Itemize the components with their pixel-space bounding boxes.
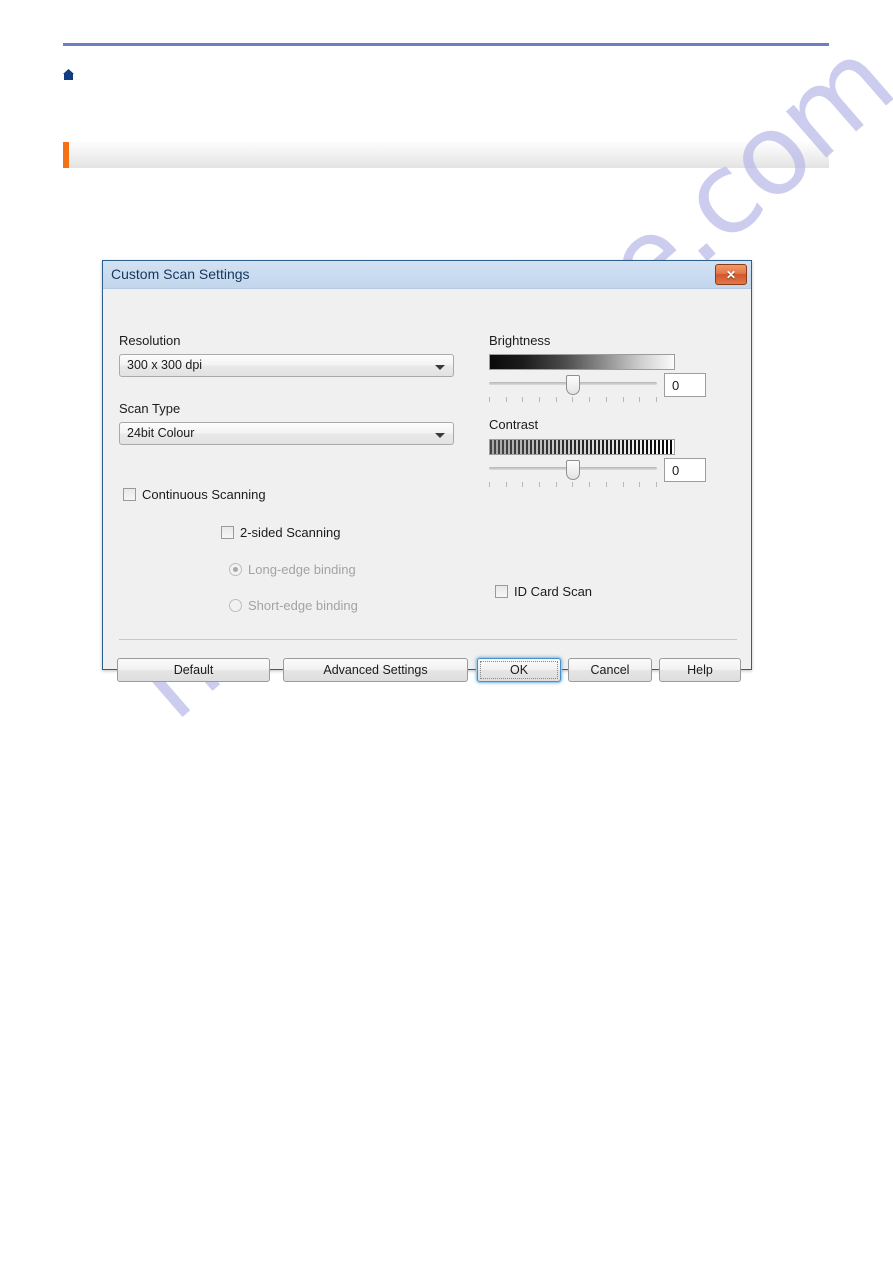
chevron-down-icon <box>435 365 445 370</box>
contrast-value: 0 <box>672 463 680 478</box>
contrast-slider[interactable] <box>489 460 657 488</box>
contrast-label: Contrast <box>489 417 539 432</box>
two-sided-scanning-checkbox[interactable]: 2-sided Scanning <box>221 525 340 540</box>
long-edge-binding-radio[interactable]: Long-edge binding <box>229 562 356 577</box>
scan-type-value: 24bit Colour <box>127 426 195 440</box>
slider-ticks <box>489 482 657 488</box>
section-accent-bar <box>63 142 69 168</box>
id-card-scan-checkbox[interactable]: ID Card Scan <box>495 584 592 599</box>
advanced-settings-button[interactable]: Advanced Settings <box>283 658 468 682</box>
slider-thumb[interactable] <box>566 375 580 395</box>
scan-type-select[interactable]: 24bit Colour <box>119 422 454 445</box>
focus-outline <box>480 661 558 679</box>
continuous-scanning-label: Continuous Scanning <box>142 487 266 502</box>
brightness-slider[interactable] <box>489 375 657 403</box>
contrast-stripe-preview <box>489 439 675 455</box>
close-icon: ✕ <box>725 267 737 282</box>
brightness-gradient-preview <box>489 354 675 370</box>
scan-type-label: Scan Type <box>119 401 181 416</box>
id-card-scan-label: ID Card Scan <box>514 584 593 599</box>
checkbox-box <box>123 488 136 501</box>
help-button[interactable]: Help <box>659 658 741 682</box>
radio-circle <box>229 599 242 612</box>
slider-ticks <box>489 397 657 403</box>
short-edge-binding-radio[interactable]: Short-edge binding <box>229 598 358 613</box>
dialog-title-bar[interactable]: Custom Scan Settings ✕ <box>103 261 751 289</box>
contrast-value-field[interactable]: 0 <box>664 458 706 482</box>
default-button[interactable]: Default <box>117 658 270 682</box>
resolution-value: 300 x 300 dpi <box>127 358 203 372</box>
two-sided-scanning-label: 2-sided Scanning <box>240 525 341 540</box>
custom-scan-settings-dialog: Custom Scan Settings ✕ Resolution 300 x … <box>102 260 752 682</box>
chevron-down-icon <box>435 433 445 438</box>
short-edge-binding-label: Short-edge binding <box>248 598 358 613</box>
section-heading-bar <box>63 142 829 168</box>
slider-thumb[interactable] <box>566 460 580 480</box>
footer-separator <box>119 639 737 640</box>
resolution-select[interactable]: 300 x 300 dpi <box>119 354 454 377</box>
contrast-stripe-light <box>672 440 674 454</box>
home-icon[interactable] <box>62 68 75 81</box>
checkbox-box <box>221 526 234 539</box>
close-button[interactable]: ✕ <box>715 264 747 285</box>
dialog-body: Resolution 300 x 300 dpi Scan Type 24bit… <box>103 289 751 682</box>
radio-circle <box>229 563 242 576</box>
brightness-value-field[interactable]: 0 <box>664 373 706 397</box>
checkbox-box <box>495 585 508 598</box>
page-top-rule <box>63 43 829 46</box>
brightness-value: 0 <box>672 378 680 393</box>
dialog-title: Custom Scan Settings <box>111 266 250 282</box>
resolution-label: Resolution <box>119 333 181 348</box>
long-edge-binding-label: Long-edge binding <box>248 562 356 577</box>
ok-button[interactable]: OK <box>477 658 561 682</box>
continuous-scanning-checkbox[interactable]: Continuous Scanning <box>123 487 266 502</box>
brightness-label: Brightness <box>489 333 551 348</box>
cancel-button[interactable]: Cancel <box>568 658 652 682</box>
